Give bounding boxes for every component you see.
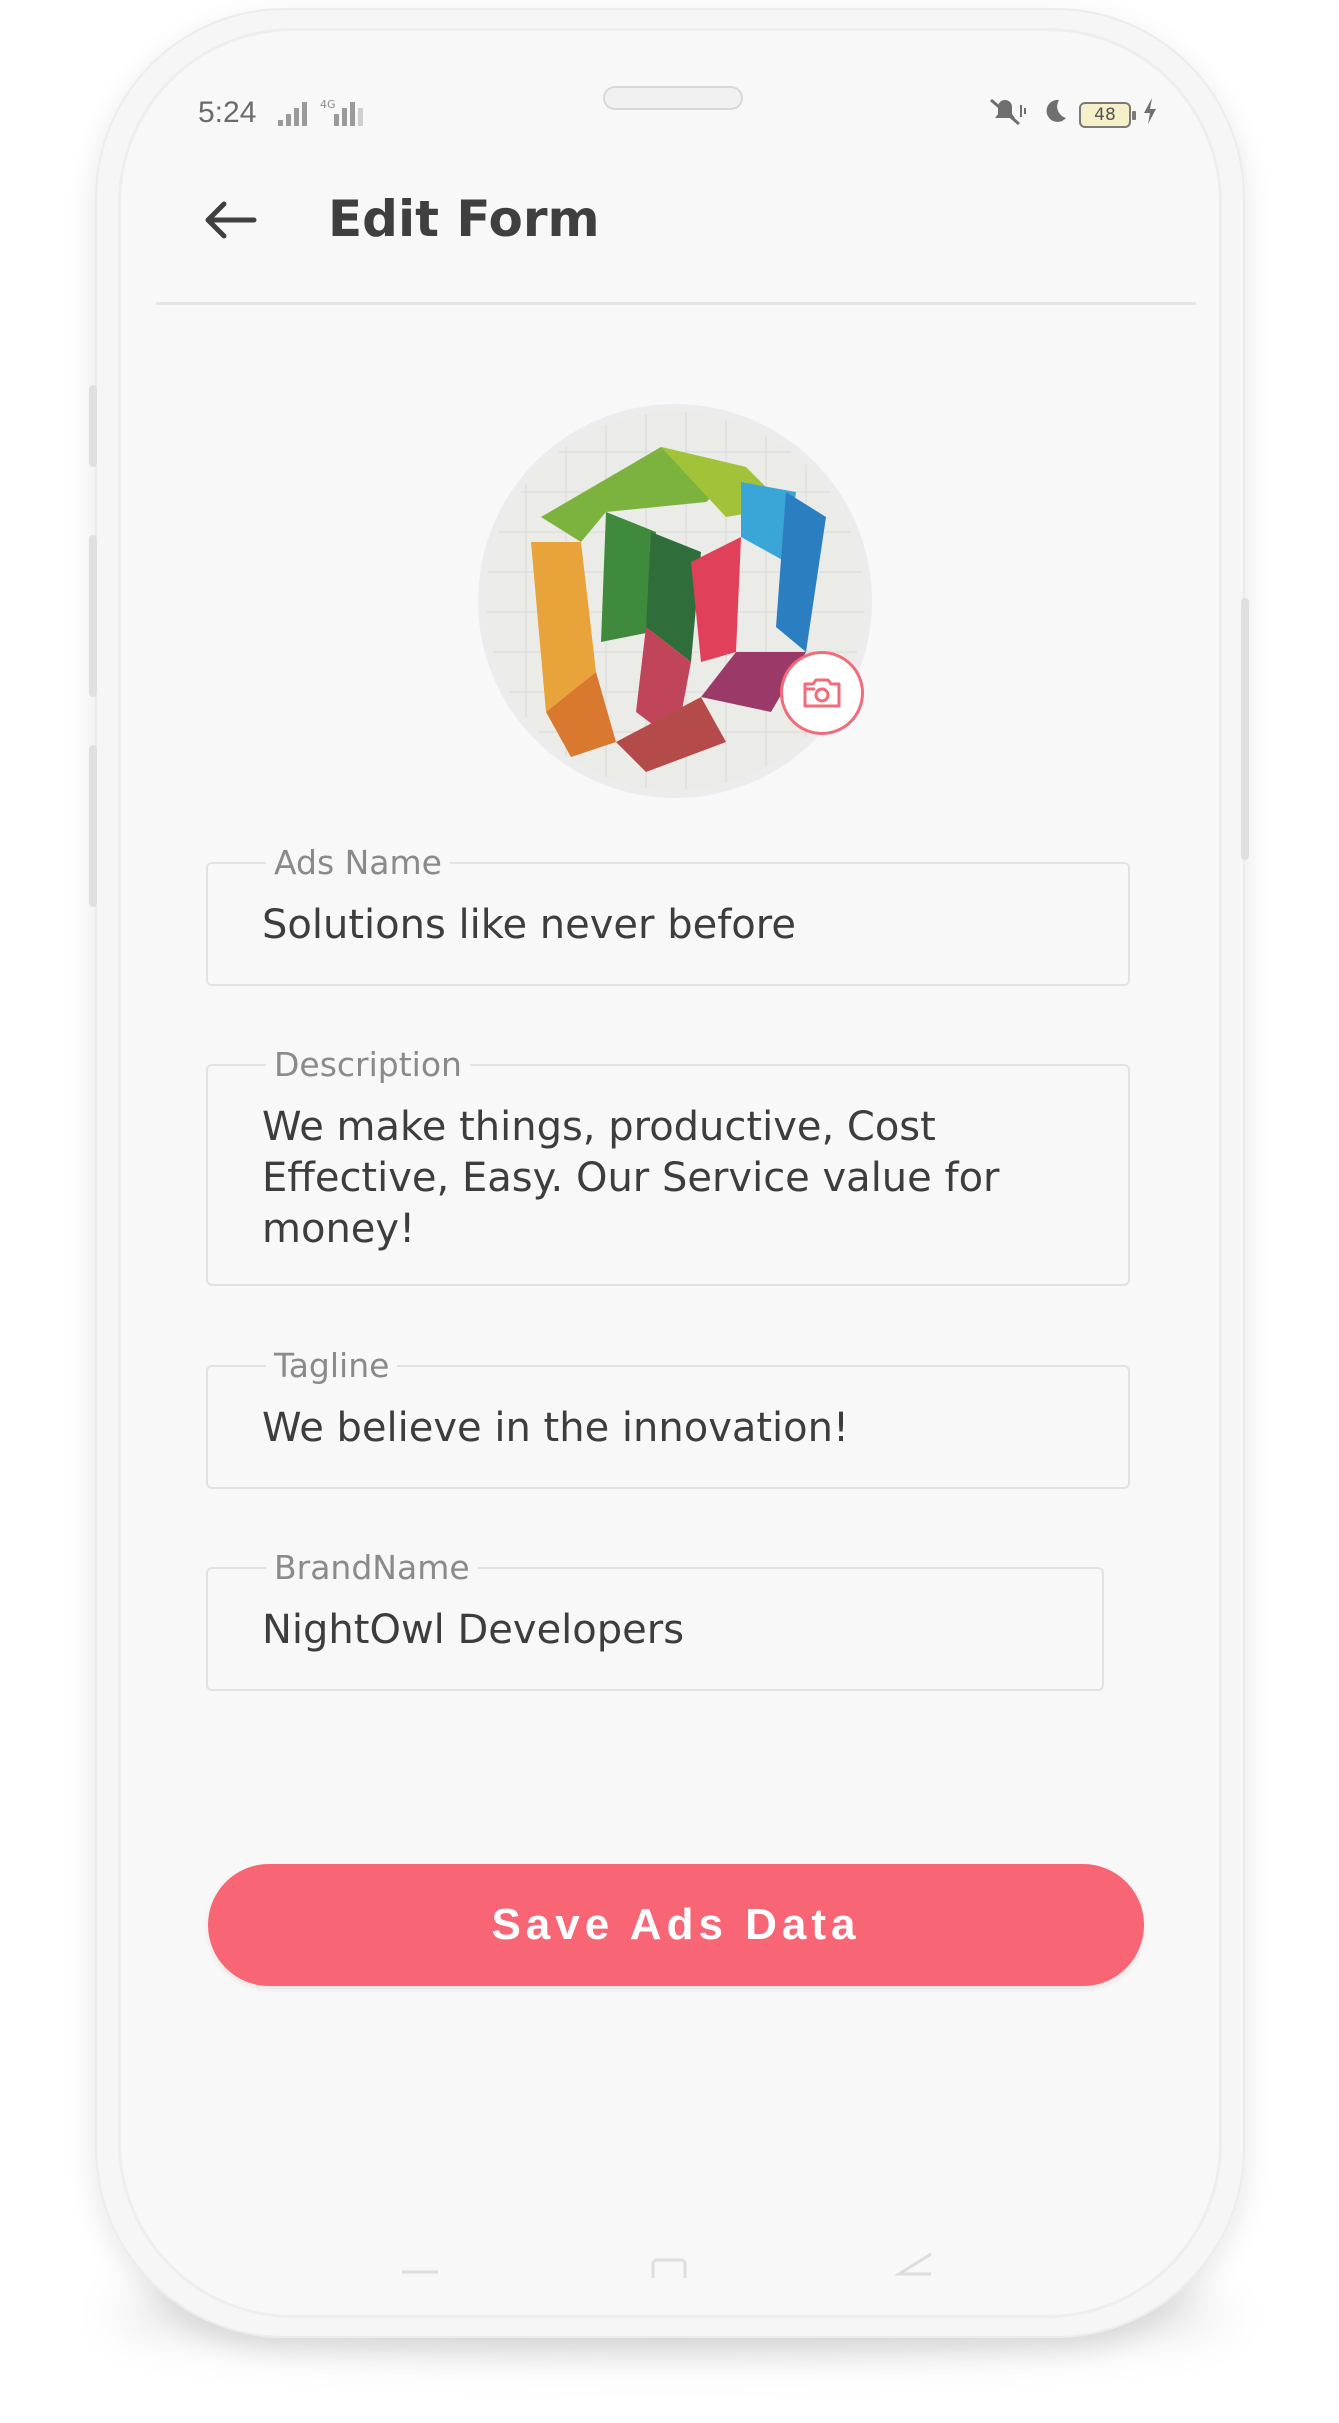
back-button[interactable] (200, 195, 260, 245)
brand-name-input[interactable]: NightOwl Developers (262, 1605, 1062, 1656)
home-icon[interactable] (651, 2258, 687, 2286)
ads-name-input[interactable]: Solutions like never before (262, 900, 1088, 951)
side-button-power (1241, 598, 1249, 860)
app-bar-divider (156, 302, 1196, 305)
side-button-volume-up (89, 535, 97, 697)
mute-icon (985, 96, 1029, 133)
battery-level: 48 (1094, 104, 1116, 125)
ads-name-label: Ads Name (266, 844, 450, 882)
description-label: Description (266, 1046, 470, 1084)
tagline-input[interactable]: We believe in the innovation! (262, 1403, 1088, 1454)
arrow-left-icon (205, 201, 257, 239)
camera-icon (803, 678, 841, 708)
status-time: 5:24 (198, 96, 257, 129)
network-type: 4G (320, 98, 336, 111)
description-input[interactable]: We make things, productive, Cost Effecti… (262, 1102, 1088, 1255)
change-photo-button[interactable] (780, 651, 864, 735)
save-ads-button[interactable]: Save Ads Data (208, 1864, 1144, 1986)
description-field[interactable]: Description We make things, productive, … (206, 1046, 1130, 1286)
charging-icon (1141, 96, 1159, 133)
page-title: Edit Form (328, 190, 600, 248)
brand-name-label: BrandName (266, 1549, 478, 1587)
brand-name-field[interactable]: BrandName NightOwl Developers (206, 1549, 1104, 1691)
avatar[interactable] (486, 412, 864, 790)
tagline-field[interactable]: Tagline We believe in the innovation! (206, 1347, 1130, 1489)
back-nav-icon[interactable] (893, 2252, 935, 2280)
status-right: 48 (985, 96, 1159, 133)
earpiece-speaker (603, 86, 743, 110)
moon-icon (1039, 96, 1069, 133)
side-button-volume-down (89, 745, 97, 907)
battery-icon: 48 (1079, 101, 1136, 128)
side-button-mute (89, 385, 97, 467)
nightowl-logo (486, 412, 864, 790)
recent-apps-icon[interactable] (400, 2262, 440, 2281)
tagline-label: Tagline (266, 1347, 398, 1385)
ads-name-field[interactable]: Ads Name Solutions like never before (206, 844, 1130, 986)
signal-icons: 4G (276, 98, 386, 135)
